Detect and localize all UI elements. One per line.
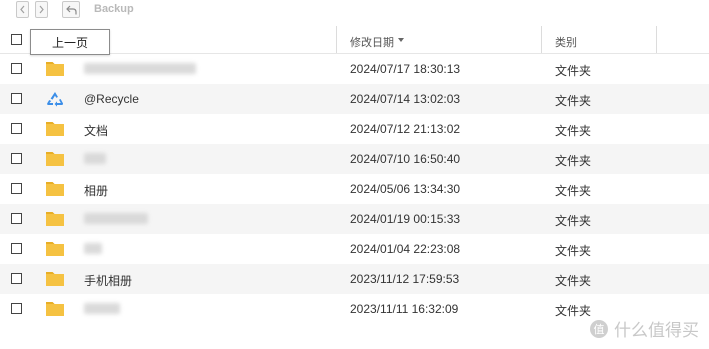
file-name[interactable]: 手机相册 xyxy=(84,272,132,289)
chevron-left-icon xyxy=(20,5,25,14)
table-row[interactable]: 相册 2024/05/06 13:34:30 文件夹 xyxy=(0,174,709,204)
file-type: 文件夹 xyxy=(555,214,592,228)
file-type: 文件夹 xyxy=(555,64,592,78)
column-divider[interactable] xyxy=(541,26,542,53)
modified-date: 2024/01/19 00:15:33 xyxy=(350,212,461,226)
column-divider[interactable] xyxy=(656,26,657,53)
modified-date-column-header[interactable]: 修改日期 xyxy=(350,34,394,50)
type-column-header[interactable]: 类别 xyxy=(555,34,577,50)
table-row[interactable]: 2024/01/04 22:23:08 文件夹 xyxy=(0,234,709,264)
previous-page-tooltip: 上一页 xyxy=(30,29,110,55)
row-checkbox[interactable] xyxy=(11,63,22,74)
file-type: 文件夹 xyxy=(555,94,592,108)
file-type: 文件夹 xyxy=(555,244,592,258)
folder-icon xyxy=(45,60,65,77)
modified-date: 2024/05/06 13:34:30 xyxy=(350,182,461,196)
row-checkbox[interactable] xyxy=(11,183,22,194)
watermark-logo-icon: 值 xyxy=(590,319,608,338)
watermark-logo-text: 值 xyxy=(594,323,605,336)
folder-icon xyxy=(45,240,65,257)
select-all-checkbox[interactable] xyxy=(11,34,22,45)
file-type: 文件夹 xyxy=(555,154,592,168)
file-type: 文件夹 xyxy=(555,274,592,288)
file-name[interactable]: 文档 xyxy=(84,122,108,139)
table-row[interactable]: 2024/07/10 16:50:40 文件夹 xyxy=(0,144,709,174)
table-row[interactable]: @Recycle 2024/07/14 13:02:03 文件夹 xyxy=(0,84,709,114)
table-row[interactable]: 文档 2024/07/12 21:13:02 文件夹 xyxy=(0,114,709,144)
table-row[interactable]: 2024/01/19 00:15:33 文件夹 xyxy=(0,204,709,234)
modified-date: 2024/01/04 22:23:08 xyxy=(350,242,461,256)
file-type: 文件夹 xyxy=(555,304,592,318)
modified-date: 2024/07/10 16:50:40 xyxy=(350,152,461,166)
table-row[interactable]: 手机相册 2023/11/12 17:59:53 文件夹 xyxy=(0,264,709,294)
watermark-text: 什么值得买 xyxy=(614,321,699,340)
folder-icon xyxy=(45,300,65,317)
redacted-file-name xyxy=(84,63,196,74)
current-path: Backup xyxy=(94,3,134,15)
modified-date: 2024/07/12 21:13:02 xyxy=(350,122,461,136)
folder-icon xyxy=(45,150,65,167)
site-watermark: 值 什么值得买 xyxy=(589,316,699,341)
return-arrow-icon xyxy=(65,5,77,14)
file-type: 文件夹 xyxy=(555,184,592,198)
redacted-file-name xyxy=(84,213,148,224)
back-button[interactable] xyxy=(16,1,29,18)
modified-date: 2024/07/14 13:02:03 xyxy=(350,92,461,106)
folder-icon xyxy=(45,270,65,287)
recycle-icon xyxy=(45,90,65,107)
file-name[interactable]: @Recycle xyxy=(84,92,139,106)
table-row[interactable]: 2024/07/17 18:30:13 文件夹 xyxy=(0,54,709,84)
redacted-file-name xyxy=(84,243,102,254)
modified-date: 2024/07/17 18:30:13 xyxy=(350,62,461,76)
modified-date: 2023/11/12 17:59:53 xyxy=(350,272,460,286)
toolbar: Backup xyxy=(0,0,709,22)
row-checkbox[interactable] xyxy=(11,153,22,164)
column-divider[interactable] xyxy=(336,26,337,53)
file-type: 文件夹 xyxy=(555,124,592,138)
forward-button[interactable] xyxy=(35,1,48,18)
folder-icon xyxy=(45,210,65,227)
redacted-file-name xyxy=(84,303,120,314)
row-checkbox[interactable] xyxy=(11,273,22,284)
chevron-right-icon xyxy=(39,5,44,14)
file-name[interactable]: 相册 xyxy=(84,182,108,199)
modified-date: 2023/11/11 16:32:09 xyxy=(350,302,459,316)
sort-desc-icon xyxy=(398,38,404,42)
row-checkbox[interactable] xyxy=(11,213,22,224)
folder-icon xyxy=(45,180,65,197)
row-checkbox[interactable] xyxy=(11,243,22,254)
row-checkbox[interactable] xyxy=(11,123,22,134)
redacted-file-name xyxy=(84,153,106,164)
row-checkbox[interactable] xyxy=(11,93,22,104)
row-checkbox[interactable] xyxy=(11,303,22,314)
parent-folder-button[interactable] xyxy=(62,1,80,18)
folder-icon xyxy=(45,120,65,137)
